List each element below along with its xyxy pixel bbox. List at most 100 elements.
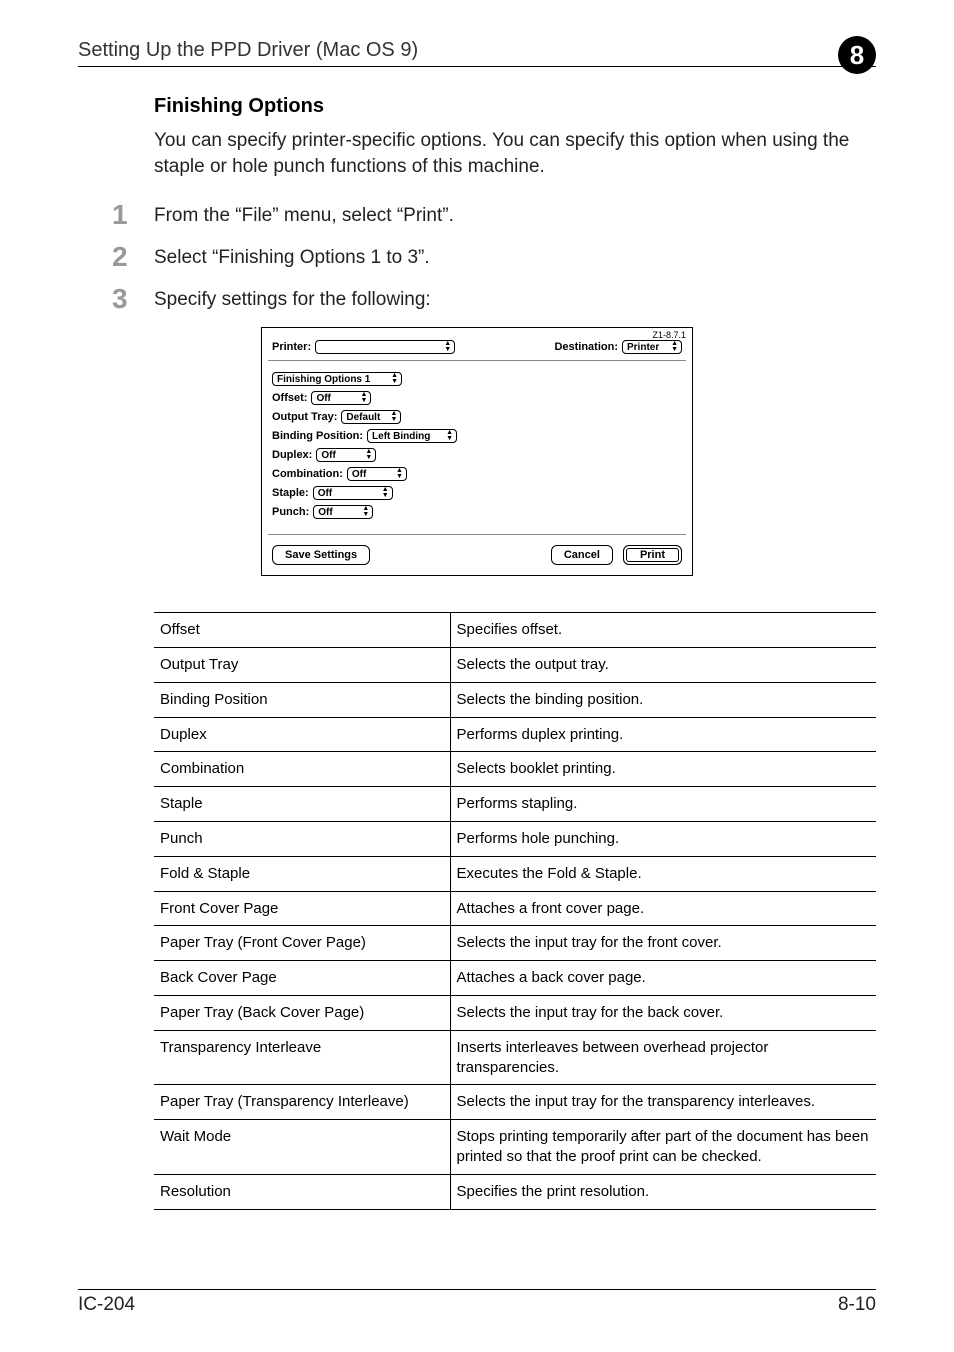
offset-select[interactable]: Off (311, 391, 371, 405)
destination-label: Destination: (554, 341, 618, 353)
step-text: Select “Finishing Options 1 to 3”. (154, 243, 430, 271)
chapter-number: 8 (850, 40, 864, 71)
option-desc: Attaches a front cover page. (450, 891, 876, 926)
option-desc: Attaches a back cover page. (450, 961, 876, 996)
option-value: Off (352, 468, 366, 481)
option-label: Output Tray: (272, 411, 337, 423)
option-name: Offset (154, 613, 450, 648)
section-heading: Finishing Options (154, 95, 876, 118)
punch-select[interactable]: Off (313, 505, 373, 519)
option-desc: Selects the input tray for the transpare… (450, 1085, 876, 1120)
output-tray-select[interactable]: Default (341, 410, 401, 424)
option-name: Combination (154, 752, 450, 787)
option-row: Staple: Off (272, 486, 682, 500)
chapter-badge: 8 (838, 36, 876, 74)
option-desc: Inserts interleaves between overhead pro… (450, 1030, 876, 1085)
option-name: Punch (154, 822, 450, 857)
step: 3 Specify settings for the following: (78, 285, 876, 313)
print-button[interactable]: Print (623, 545, 682, 565)
destination-select[interactable]: Printer (622, 340, 682, 354)
options-table: OffsetSpecifies offset.Output TraySelect… (154, 612, 876, 1209)
table-row: OffsetSpecifies offset. (154, 613, 876, 648)
page-footer: IC-204 8-10 (78, 1289, 876, 1316)
option-row: Binding Position: Left Binding (272, 429, 682, 443)
option-desc: Selects the output tray. (450, 648, 876, 683)
option-label: Binding Position: (272, 430, 363, 442)
option-name: Paper Tray (Back Cover Page) (154, 996, 450, 1031)
table-row: Paper Tray (Transparency Interleave)Sele… (154, 1085, 876, 1120)
running-header: Setting Up the PPD Driver (Mac OS 9) 8 (78, 36, 876, 67)
option-label: Combination: (272, 468, 343, 480)
running-title: Setting Up the PPD Driver (Mac OS 9) (78, 39, 418, 62)
option-label: Duplex: (272, 449, 312, 461)
option-row: Offset: Off (272, 391, 682, 405)
staple-select[interactable]: Off (313, 486, 393, 500)
option-desc: Performs stapling. (450, 787, 876, 822)
option-name: Back Cover Page (154, 961, 450, 996)
updown-icon (446, 430, 453, 442)
footer-page: 8-10 (838, 1294, 876, 1316)
table-row: Fold & StapleExecutes the Fold & Staple. (154, 856, 876, 891)
updown-icon (382, 487, 389, 499)
step-number: 2 (78, 243, 154, 271)
binding-position-select[interactable]: Left Binding (367, 429, 457, 443)
footer-model: IC-204 (78, 1294, 135, 1316)
updown-icon (390, 411, 397, 423)
table-row: StaplePerforms stapling. (154, 787, 876, 822)
option-name: Binding Position (154, 682, 450, 717)
step-text: From the “File” menu, select “Print”. (154, 201, 454, 229)
print-dialog: Z1-8.7.1 Printer: Destination: Printer (261, 327, 693, 576)
option-label: Offset: (272, 392, 307, 404)
table-row: Wait ModeStops printing temporarily afte… (154, 1120, 876, 1175)
step-number: 1 (78, 201, 154, 229)
option-name: Paper Tray (Front Cover Page) (154, 926, 450, 961)
option-row: Duplex: Off (272, 448, 682, 462)
save-settings-button[interactable]: Save Settings (272, 545, 370, 565)
table-row: Binding PositionSelects the binding posi… (154, 682, 876, 717)
section-intro: You can specify printer-specific options… (154, 128, 876, 179)
table-row: DuplexPerforms duplex printing. (154, 717, 876, 752)
updown-icon (444, 341, 451, 353)
option-name: Front Cover Page (154, 891, 450, 926)
option-desc: Selects the binding position. (450, 682, 876, 717)
option-name: Duplex (154, 717, 450, 752)
updown-icon (361, 392, 368, 404)
option-value: Left Binding (372, 430, 430, 443)
option-value: Off (316, 392, 330, 405)
table-row: Transparency InterleaveInserts interleav… (154, 1030, 876, 1085)
dialog-version: Z1-8.7.1 (262, 328, 692, 340)
option-desc: Performs duplex printing. (450, 717, 876, 752)
table-row: Back Cover PageAttaches a back cover pag… (154, 961, 876, 996)
option-value: Off (321, 449, 335, 462)
option-desc: Stops printing temporarily after part of… (450, 1120, 876, 1175)
duplex-select[interactable]: Off (316, 448, 376, 462)
table-row: Paper Tray (Back Cover Page)Selects the … (154, 996, 876, 1031)
option-desc: Performs hole punching. (450, 822, 876, 857)
updown-icon (671, 341, 678, 353)
option-desc: Selects the input tray for the front cov… (450, 926, 876, 961)
option-desc: Executes the Fold & Staple. (450, 856, 876, 891)
table-row: ResolutionSpecifies the print resolution… (154, 1174, 876, 1209)
option-value: Off (318, 487, 332, 500)
panel-select[interactable]: Finishing Options 1 (272, 372, 402, 386)
table-row: Output TraySelects the output tray. (154, 648, 876, 683)
updown-icon (365, 449, 372, 461)
option-label: Punch: (272, 506, 309, 518)
updown-icon (362, 506, 369, 518)
option-value: Default (346, 411, 380, 424)
option-label: Staple: (272, 487, 309, 499)
printer-label: Printer: (272, 341, 311, 353)
option-name: Fold & Staple (154, 856, 450, 891)
cancel-button[interactable]: Cancel (551, 545, 613, 565)
option-desc: Selects booklet printing. (450, 752, 876, 787)
destination-value: Printer (627, 341, 659, 354)
table-row: PunchPerforms hole punching. (154, 822, 876, 857)
option-name: Resolution (154, 1174, 450, 1209)
combination-select[interactable]: Off (347, 467, 407, 481)
updown-icon (396, 468, 403, 480)
printer-select[interactable] (315, 340, 455, 354)
updown-icon (391, 373, 398, 385)
table-row: CombinationSelects booklet printing. (154, 752, 876, 787)
option-name: Transparency Interleave (154, 1030, 450, 1085)
panel-value: Finishing Options 1 (277, 373, 370, 386)
